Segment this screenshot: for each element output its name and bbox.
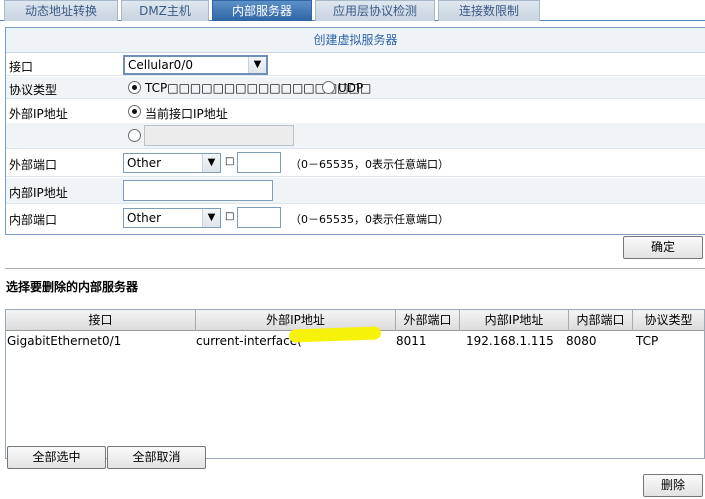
- port-separator: □: [225, 156, 235, 167]
- cell-protocol: TCP: [636, 334, 659, 348]
- interface-select-value: Cellular0/0: [128, 58, 193, 72]
- port-separator: □: [225, 211, 235, 222]
- external-port-select[interactable]: Other ▼: [123, 153, 221, 173]
- custom-external-ip-input[interactable]: [144, 125, 294, 146]
- interface-row: 接口 Cellular0/0 ▼: [6, 54, 705, 76]
- cell-internal-ip: 192.168.1.115: [466, 334, 554, 348]
- create-virtual-server-form: 创建虚拟服务器 接口 Cellular0/0 ▼ 协议类型 TCP□□□□□□□…: [5, 27, 705, 235]
- form-title: 创建虚拟服务器: [6, 28, 705, 53]
- delete-button[interactable]: 删除: [643, 474, 703, 497]
- delete-section-title: 选择要删除的内部服务器: [6, 280, 139, 294]
- column-header-protocol[interactable]: 协议类型: [633, 310, 704, 331]
- external-ip-label: 外部IP地址: [9, 107, 68, 121]
- select-all-button[interactable]: 全部选中: [7, 446, 106, 469]
- udp-radio[interactable]: [322, 81, 335, 94]
- tab-internal-server[interactable]: 内部服务器: [212, 0, 312, 21]
- internal-port-hint: （0－65535，0表示任意端口）: [290, 213, 449, 226]
- current-interface-ip-radio[interactable]: [128, 105, 141, 118]
- protocol-row: 协议类型 TCP□□□□□□□□□□□□□□□□□□ UDP: [6, 77, 705, 99]
- protocol-label: 协议类型: [9, 83, 58, 97]
- tab-connection-limit[interactable]: 连接数限制: [438, 0, 540, 21]
- external-port-label: 外部端口: [9, 158, 58, 172]
- current-interface-ip-label: 当前接口IP地址: [145, 107, 228, 121]
- external-ip-row: 外部IP地址 当前接口IP地址: [6, 100, 705, 122]
- tcp-radio[interactable]: [128, 81, 141, 94]
- tab-dynamic-nat[interactable]: 动态地址转换: [4, 0, 118, 21]
- cell-interface: GigabitEthernet0/1: [7, 334, 122, 348]
- external-port-select-value: Other: [127, 156, 162, 170]
- tab-alg[interactable]: 应用层协议检测: [315, 0, 435, 21]
- interface-label: 接口: [9, 60, 34, 74]
- internal-port-select-value: Other: [127, 211, 162, 225]
- chevron-down-icon: ▼: [248, 57, 266, 73]
- chevron-down-icon: ▼: [202, 209, 220, 227]
- external-port-row: 外部端口 Other ▼ □ （0－65535，0表示任意端口）: [6, 150, 705, 177]
- cell-external-ip: current-interface(: [196, 334, 302, 348]
- custom-ip-radio[interactable]: [128, 129, 141, 142]
- internal-ip-input[interactable]: [123, 180, 273, 201]
- internal-ip-row: 内部IP地址: [6, 178, 705, 204]
- external-port-input[interactable]: [237, 152, 281, 173]
- column-header-internal-ip[interactable]: 内部IP地址: [460, 310, 569, 331]
- deselect-all-button[interactable]: 全部取消: [107, 446, 206, 469]
- chevron-down-icon: ▼: [202, 154, 220, 172]
- cell-external-port: 8011: [396, 334, 427, 348]
- cell-internal-port: 8080: [566, 334, 597, 348]
- internal-port-row: 内部端口 Other ▼ □ （0－65535，0表示任意端口）: [6, 205, 705, 234]
- section-divider: [5, 268, 705, 269]
- internal-server-table: 接口 外部IP地址 外部端口 内部IP地址 内部端口 协议类型 GigabitE…: [5, 309, 705, 459]
- confirm-button[interactable]: 确定: [623, 236, 703, 259]
- column-header-interface[interactable]: 接口: [6, 310, 196, 331]
- internal-ip-label: 内部IP地址: [9, 186, 68, 200]
- internal-port-input[interactable]: [237, 207, 281, 228]
- internal-port-label: 内部端口: [9, 213, 58, 227]
- tab-bar: 动态地址转换 DMZ主机 内部服务器 应用层协议检测 连接数限制: [0, 0, 705, 21]
- interface-select[interactable]: Cellular0/0 ▼: [123, 55, 268, 75]
- external-port-hint: （0－65535，0表示任意端口）: [290, 158, 449, 171]
- tab-dmz-host[interactable]: DMZ主机: [121, 0, 209, 21]
- column-header-internal-port[interactable]: 内部端口: [569, 310, 633, 331]
- column-header-external-port[interactable]: 外部端口: [396, 310, 460, 331]
- udp-label: UDP: [338, 81, 364, 95]
- custom-external-ip-row: [6, 123, 705, 149]
- internal-port-select[interactable]: Other ▼: [123, 208, 221, 228]
